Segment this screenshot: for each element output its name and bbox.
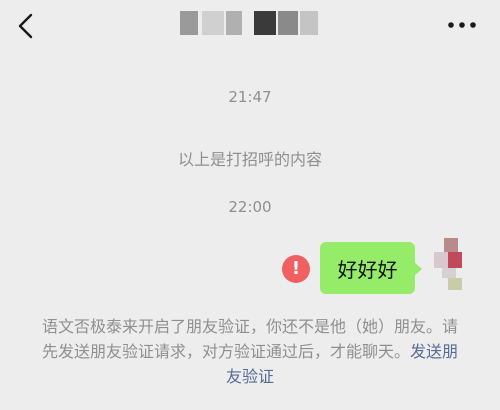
greeting-note: 以上是打招呼的内容	[177, 150, 322, 169]
verification-notice: 语文否极泰来开启了朋友验证，你还不是他（她）朋友。请先发送朋友验证请求，对方验证…	[36, 314, 464, 389]
chevron-left-icon[interactable]	[14, 12, 40, 40]
message-row: ! 好好好	[0, 236, 500, 296]
notice-text: 语文否极泰来开启了朋友验证，你还不是他（她）朋友。请先发送朋友验证请求，对方验证…	[41, 317, 458, 361]
title-blur	[202, 11, 224, 35]
avatar[interactable]	[434, 236, 472, 290]
timestamp: 21:47	[228, 88, 272, 106]
timestamp: 22:00	[228, 198, 272, 216]
title-blur	[300, 11, 318, 35]
title-blur	[254, 11, 276, 35]
more-dots-icon[interactable]	[446, 18, 478, 32]
title-blur	[226, 11, 242, 35]
bubble-tail	[414, 262, 422, 276]
chat-title	[180, 11, 320, 35]
title-blur	[278, 11, 298, 35]
error-icon[interactable]: !	[282, 255, 310, 283]
top-bar	[0, 0, 500, 52]
message-bubble[interactable]: 好好好	[320, 242, 415, 294]
title-blur	[180, 11, 198, 35]
